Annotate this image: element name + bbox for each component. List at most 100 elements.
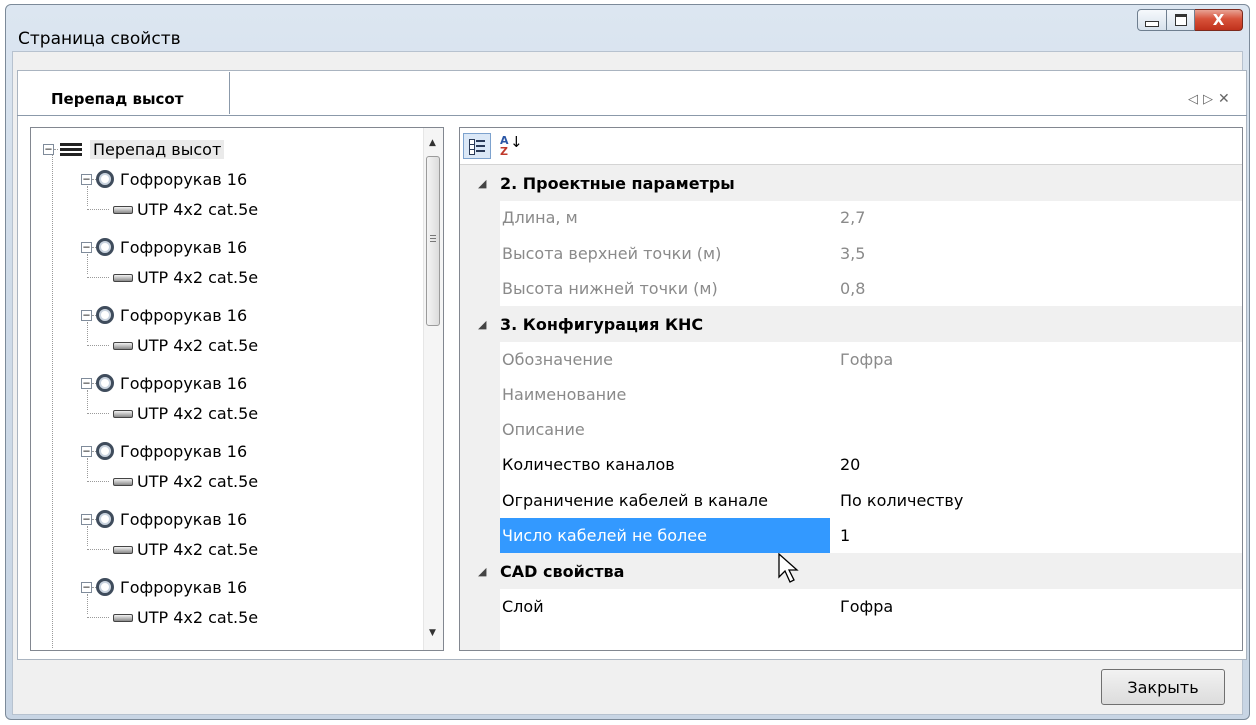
property-row[interactable]: Ограничение кабелей в канале По количеств… <box>460 483 1242 519</box>
property-row[interactable]: Высота верхней точки (м) 3,5 <box>460 236 1242 272</box>
category-label: CAD свойства <box>500 561 625 581</box>
tree-node-label: Гофрорукав 16 <box>120 577 248 597</box>
tree-node-cable[interactable]: UTP 4x2 cat.5e <box>87 264 258 290</box>
close-window-button[interactable]: X <box>1195 9 1243 31</box>
tab-label: Перепад высот <box>51 90 184 108</box>
corrugated-tube-icon <box>96 306 114 324</box>
property-category[interactable]: ◢ 2. Проектные параметры <box>460 165 1242 201</box>
alphabetical-sort-button[interactable]: A Z ↓ <box>494 133 523 159</box>
collapse-icon[interactable]: − <box>81 309 92 321</box>
categorized-view-button[interactable] <box>463 133 491 159</box>
tree-node-cable[interactable]: UTP 4x2 cat.5e <box>87 536 258 562</box>
cable-icon <box>109 611 135 624</box>
collapse-triangle-icon[interactable]: ◢ <box>478 565 490 578</box>
property-row[interactable]: Высота нижней точки (м) 0,8 <box>460 271 1242 307</box>
tree-vertical-scrollbar[interactable]: ▲ ▼ <box>423 128 443 650</box>
tree-node-label: UTP 4x2 cat.5e <box>137 607 259 627</box>
tree-node-label: UTP 4x2 cat.5e <box>137 199 259 219</box>
property-value: Гофра <box>840 349 894 369</box>
tree-node-label: Гофрорукав 16 <box>120 237 248 257</box>
close-button[interactable]: Закрыть <box>1101 669 1225 705</box>
window-title: Страница свойств <box>18 29 181 49</box>
corrugated-tube-icon <box>96 442 114 460</box>
tree-node-tube[interactable]: − Гофрорукав 16 <box>81 506 247 532</box>
window-controls: X <box>1137 9 1243 31</box>
tree-node-tube[interactable]: − Гофрорукав 16 <box>81 166 247 192</box>
property-row[interactable]: Число кабелей не более 1 <box>460 518 1242 554</box>
corrugated-tube-icon <box>96 170 114 188</box>
collapse-icon[interactable]: − <box>81 581 92 593</box>
property-value[interactable]: Гофра <box>840 589 893 625</box>
property-category[interactable]: ◢ CAD свойства <box>460 553 1242 590</box>
property-row[interactable]: Обозначение Гофра <box>460 342 1242 378</box>
property-value[interactable]: 20 <box>840 447 860 483</box>
collapse-icon[interactable]: − <box>81 241 92 253</box>
scroll-thumb[interactable] <box>426 156 440 326</box>
elevation-drop-icon <box>58 140 84 158</box>
collapse-triangle-icon[interactable]: ◢ <box>478 318 490 331</box>
scroll-up-icon[interactable]: ▲ <box>429 138 436 148</box>
property-name: Высота нижней точки (м) <box>502 278 718 298</box>
maximize-button[interactable] <box>1167 9 1195 31</box>
cable-icon <box>109 339 135 352</box>
property-grid-panel: A Z ↓ ◢ 2. Проектные параметры Длина, м 2,7 Вы… <box>459 127 1243 651</box>
tab-elevation-drop[interactable]: Перепад высот <box>23 72 230 114</box>
tree-node-label: UTP 4x2 cat.5e <box>137 403 259 423</box>
tree-node-tube[interactable]: − Гофрорукав 16 <box>81 574 247 600</box>
collapse-triangle-icon[interactable]: ◢ <box>478 177 490 190</box>
property-name: Слой <box>502 596 544 616</box>
collapse-icon[interactable]: − <box>81 445 92 457</box>
collapse-icon[interactable]: − <box>81 173 92 185</box>
minimize-button[interactable] <box>1137 9 1167 31</box>
tab-scroll-right-icon[interactable]: ▷ <box>1203 92 1213 107</box>
tab-scroll-left-icon[interactable]: ◁ <box>1188 92 1198 107</box>
tree-node-cable[interactable]: UTP 4x2 cat.5e <box>87 400 258 426</box>
corrugated-tube-icon <box>96 238 114 256</box>
property-row[interactable]: Длина, м 2,7 <box>460 200 1242 236</box>
tree-node-tube[interactable]: − Гофрорукав 16 <box>81 370 247 396</box>
corrugated-tube-icon <box>96 510 114 528</box>
minimize-icon <box>1145 21 1159 27</box>
property-toolbar: A Z ↓ <box>460 128 1242 165</box>
property-row[interactable]: Описание <box>460 412 1242 448</box>
tab-close-icon[interactable]: ✕ <box>1218 91 1230 107</box>
property-value: 3,5 <box>840 243 866 263</box>
tree-node-cable[interactable]: UTP 4x2 cat.5e <box>87 196 258 222</box>
tree-node-label: Гофрорукав 16 <box>120 169 248 189</box>
property-value[interactable]: По количеству <box>840 483 963 519</box>
cable-icon <box>109 543 135 556</box>
collapse-icon[interactable]: − <box>43 143 54 155</box>
property-value: 0,8 <box>840 278 866 298</box>
tree-node-cable[interactable]: UTP 4x2 cat.5e <box>87 332 258 358</box>
property-category[interactable]: ◢ 3. Конфигурация КНС <box>460 306 1242 343</box>
tree-node-cable[interactable]: UTP 4x2 cat.5e <box>87 468 258 494</box>
property-row[interactable]: Наименование <box>460 377 1242 413</box>
tree-node-cable[interactable]: UTP 4x2 cat.5e <box>87 604 258 630</box>
property-name: Ограничение кабелей в канале <box>502 490 768 510</box>
category-label: 3. Конфигурация КНС <box>500 314 704 334</box>
tree-root-label: Перепад высот <box>90 139 225 159</box>
property-row[interactable]: Слой Гофра <box>460 589 1242 625</box>
tree-node-label: UTP 4x2 cat.5e <box>137 471 259 491</box>
object-tree[interactable]: − Перепад высот − Гофрорукав 16 UTP 4x2 ca… <box>30 127 444 651</box>
tree-node-label: Гофрорукав 16 <box>120 509 248 529</box>
tree-node-root[interactable]: − Перепад высот <box>43 136 225 162</box>
property-name: Число кабелей не более <box>500 518 830 554</box>
property-value[interactable]: 1 <box>840 518 850 554</box>
collapse-icon[interactable]: − <box>81 377 92 389</box>
scroll-down-icon[interactable]: ▼ <box>429 628 436 638</box>
tree-node-tube[interactable]: − Гофрорукав 16 <box>81 234 247 260</box>
collapse-icon[interactable]: − <box>81 513 92 525</box>
tree-node-tube[interactable]: − Гофрорукав 16 <box>81 302 247 328</box>
property-name: Количество каналов <box>502 455 675 475</box>
cable-icon <box>109 407 135 420</box>
property-name: Описание <box>502 420 585 440</box>
corrugated-tube-icon <box>96 578 114 596</box>
tree-node-tube[interactable]: − Гофрорукав 16 <box>81 438 247 464</box>
property-name: Наименование <box>502 384 627 404</box>
cable-icon <box>109 475 135 488</box>
tree-guide <box>52 148 53 648</box>
property-row[interactable]: Количество каналов 20 <box>460 447 1242 483</box>
title-bar[interactable]: Страница свойств X <box>6 5 1249 55</box>
cable-icon <box>109 203 135 216</box>
